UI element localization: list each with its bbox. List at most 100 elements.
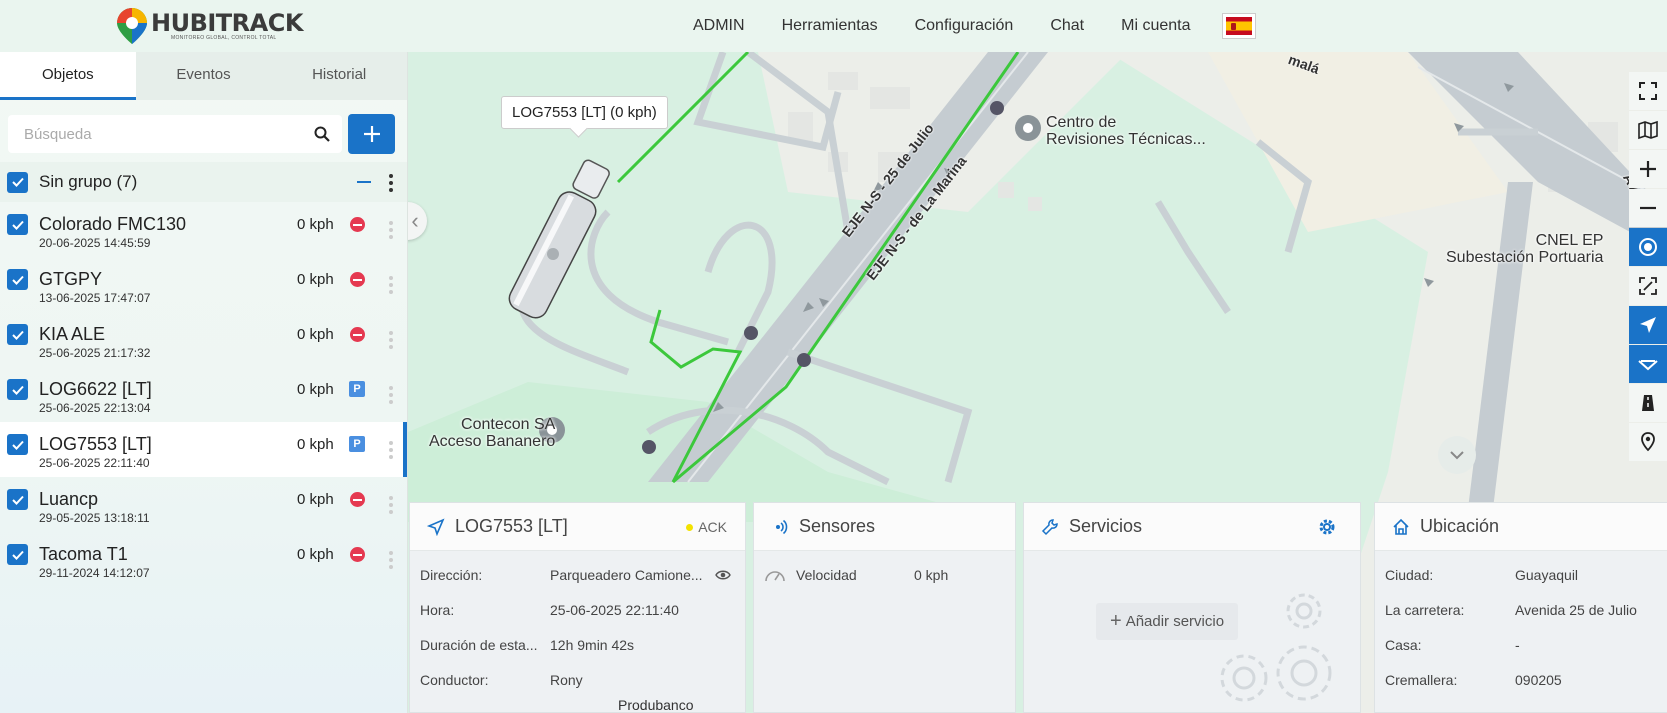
list-item[interactable]: Tacoma T1 29-11-2024 14:12:07 0 kph bbox=[0, 532, 407, 587]
object-checkbox[interactable] bbox=[7, 269, 28, 290]
search-input[interactable] bbox=[24, 125, 294, 143]
poi-label-revisiones: Centro de Revisiones Técnicas... bbox=[1046, 114, 1206, 148]
poi-label-contecon: Contecon SA Acceso Bananero bbox=[429, 416, 556, 450]
object-checkbox[interactable] bbox=[7, 544, 28, 565]
main-nav: ADMIN Herramientas Configuración Chat Mi… bbox=[693, 0, 1256, 52]
object-checkbox[interactable] bbox=[7, 214, 28, 235]
location-row-casa: Casa: - bbox=[1385, 636, 1520, 653]
nav-chat[interactable]: Chat bbox=[1050, 17, 1084, 35]
sidebar: Objetos Eventos Historial Sin grupo (7) … bbox=[0, 52, 408, 713]
nav-herramientas[interactable]: Herramientas bbox=[782, 17, 878, 35]
object-menu-icon[interactable] bbox=[389, 551, 393, 569]
fit-bounds-icon[interactable] bbox=[1629, 267, 1667, 305]
geofence-icon[interactable] bbox=[1629, 228, 1667, 266]
stopped-icon bbox=[350, 217, 365, 232]
list-item[interactable]: Luancp 29-05-2025 13:18:11 0 kph bbox=[0, 477, 407, 532]
language-flag-spain-icon[interactable] bbox=[1221, 13, 1256, 39]
object-menu-icon[interactable] bbox=[389, 276, 393, 294]
object-menu-icon[interactable] bbox=[389, 386, 393, 404]
group-row[interactable]: Sin grupo (7) bbox=[0, 162, 407, 202]
object-name: Colorado FMC130 bbox=[39, 214, 187, 234]
follow-object-icon[interactable] bbox=[1629, 306, 1667, 344]
group-menu-icon[interactable] bbox=[389, 174, 393, 192]
zoom-out-icon[interactable] bbox=[1629, 189, 1667, 227]
nav-admin[interactable]: ADMIN bbox=[693, 17, 745, 35]
eye-icon[interactable] bbox=[715, 569, 731, 581]
object-panel-title: LOG7553 [LT] bbox=[455, 516, 568, 536]
object-menu-icon[interactable] bbox=[389, 496, 393, 514]
parked-icon: P bbox=[349, 436, 365, 452]
location-pin-icon[interactable] bbox=[1629, 423, 1667, 461]
check-icon bbox=[11, 495, 24, 505]
zoom-in-icon[interactable] bbox=[1629, 150, 1667, 188]
object-timestamp: 25-06-2025 22:13:04 bbox=[39, 401, 151, 415]
poi-label-cnel: CNEL EP Subestación Portuaria bbox=[1446, 232, 1604, 266]
object-checkbox[interactable] bbox=[7, 434, 28, 455]
object-menu-icon[interactable] bbox=[389, 331, 393, 349]
location-row-carretera: La carretera: Avenida 25 de Julio bbox=[1385, 601, 1637, 618]
speedometer-icon bbox=[765, 570, 785, 581]
check-icon bbox=[11, 177, 24, 187]
stopped-icon bbox=[350, 547, 365, 562]
info-row-direccion: Dirección: Parqueadero Camione... bbox=[410, 557, 745, 592]
list-item[interactable]: Colorado FMC130 20-06-2025 14:45:59 0 kph bbox=[0, 202, 407, 257]
object-checkbox[interactable] bbox=[7, 379, 28, 400]
check-icon bbox=[11, 385, 24, 395]
ack-status[interactable]: ACK bbox=[686, 519, 727, 535]
route-toggle-icon[interactable] bbox=[1629, 345, 1667, 383]
object-list: Colorado FMC130 20-06-2025 14:45:59 0 kph G… bbox=[0, 202, 407, 587]
object-timestamp: 25-06-2025 22:11:40 bbox=[39, 456, 150, 470]
map-toolbar bbox=[1629, 72, 1667, 462]
location-panel-title: Ubicación bbox=[1420, 516, 1500, 536]
object-checkbox[interactable] bbox=[7, 324, 28, 345]
gear-icon[interactable] bbox=[1318, 518, 1336, 536]
object-speed: 0 kph bbox=[297, 381, 334, 398]
location-row-ciudad: Ciudad: Guayaquil bbox=[1385, 566, 1579, 583]
fullscreen-icon[interactable] bbox=[1629, 72, 1667, 110]
group-checkbox[interactable] bbox=[7, 171, 28, 193]
stopped-icon bbox=[350, 492, 365, 507]
list-item[interactable]: LOG6622 [LT] 25-06-2025 22:13:04 0 kph P bbox=[0, 367, 407, 422]
search-icon[interactable] bbox=[314, 126, 330, 142]
nav-configuracion[interactable]: Configuración bbox=[915, 17, 1014, 35]
info-row-duracion: Duración de esta... 12h 9min 42s bbox=[420, 636, 635, 653]
object-menu-icon[interactable] bbox=[389, 441, 393, 459]
object-name: LOG6622 [LT] bbox=[39, 379, 152, 399]
add-object-button[interactable] bbox=[348, 114, 395, 154]
chevron-down-icon[interactable] bbox=[1438, 436, 1476, 474]
object-speed: 0 kph bbox=[297, 546, 334, 563]
object-menu-icon[interactable] bbox=[389, 221, 393, 239]
sidebar-tabs: Objetos Eventos Historial bbox=[0, 52, 407, 100]
list-item[interactable]: GTGPY 13-06-2025 17:47:07 0 kph bbox=[0, 257, 407, 312]
tab-objetos[interactable]: Objetos bbox=[0, 52, 136, 100]
object-checkbox[interactable] bbox=[7, 489, 28, 510]
object-name: KIA ALE bbox=[39, 324, 106, 344]
home-icon bbox=[1393, 518, 1409, 535]
group-collapse-icon[interactable] bbox=[357, 181, 371, 183]
plus-icon bbox=[363, 126, 380, 142]
check-icon bbox=[11, 550, 24, 560]
logo-pin-icon bbox=[115, 6, 149, 44]
object-name: LOG7553 [LT] bbox=[39, 434, 152, 454]
tab-eventos[interactable]: Eventos bbox=[136, 52, 272, 100]
object-speed: 0 kph bbox=[297, 271, 334, 288]
services-panel: Servicios + Añadir servicio bbox=[1023, 502, 1361, 713]
add-service-button[interactable]: + Añadir servicio bbox=[1096, 603, 1239, 640]
tab-historial[interactable]: Historial bbox=[271, 52, 407, 100]
brand-name: HUBITRACK bbox=[151, 9, 303, 37]
map-layers-icon[interactable] bbox=[1629, 111, 1667, 149]
list-item[interactable]: LOG7553 [LT] 25-06-2025 22:11:40 0 kph P bbox=[0, 422, 407, 477]
sensor-row-velocidad: Velocidad 0 kph bbox=[754, 557, 1015, 592]
brand-logo[interactable]: HUBITRACK MONITOREO GLOBAL, CONTROL TOTA… bbox=[115, 6, 303, 44]
road-icon[interactable] bbox=[1629, 384, 1667, 422]
object-name: Luancp bbox=[39, 489, 99, 509]
object-timestamp: 29-11-2024 14:12:07 bbox=[39, 566, 150, 580]
nav-mi-cuenta[interactable]: Mi cuenta bbox=[1121, 17, 1190, 35]
object-info-panel: LOG7553 [LT] ACK Dirección: Parqueadero C… bbox=[409, 502, 746, 713]
object-speed: 0 kph bbox=[297, 436, 334, 453]
sensors-panel-title: Sensores bbox=[799, 516, 876, 536]
list-item[interactable]: KIA ALE 25-06-2025 21:17:32 0 kph bbox=[0, 312, 407, 367]
navigation-arrow-icon bbox=[427, 517, 445, 536]
object-speed: 0 kph bbox=[297, 491, 334, 508]
check-icon bbox=[11, 330, 24, 340]
